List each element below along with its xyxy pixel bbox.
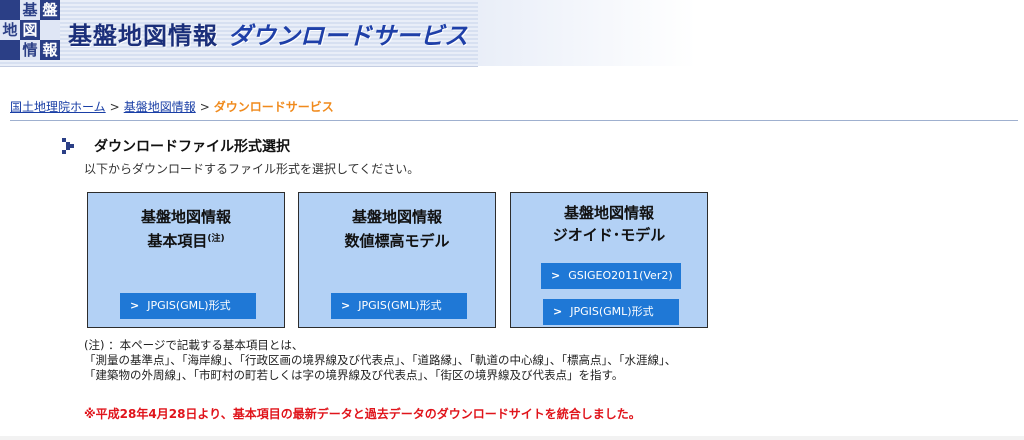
card-title-line1: 基盤地図情報: [140, 208, 231, 226]
notes-block: (注) ：本ページで記載する基本項目とは、 「測量の基準点」、「海岸線」、「行政…: [84, 338, 676, 383]
header-banner: 基 盤 地 図 情 報 基盤地図情報 ダウンロードサービス: [0, 0, 478, 67]
card-title-line1: 基盤地図情報: [563, 204, 654, 222]
breadcrumb-link-kiban[interactable]: 基盤地図情報: [124, 100, 196, 114]
breadcrumb-separator: >: [199, 100, 210, 114]
breadcrumb-current: ダウンロードサービス: [213, 100, 334, 114]
download-jpgis-dem-button[interactable]: > JPGIS(GML)形式: [331, 293, 467, 319]
note-line: 「測量の基準点」、「海岸線」、「行政区画の境界線及び代表点」、「道路縁」、「軌道…: [84, 353, 677, 367]
button-label: GSIGEO2011(Ver2): [568, 269, 673, 282]
card-dem: 基盤地図情報 数値標高モデル > JPGIS(GML)形式: [298, 192, 496, 328]
card-geoid: 基盤地図情報 ジオイド･モデル > GSIGEO2011(Ver2) > JPGIS…: [510, 192, 708, 328]
download-jpgis-basic-button[interactable]: > JPGIS(GML)形式: [120, 293, 256, 319]
integration-notice: ※平成28年4月28日より、基本項目の最新データと過去データのダウンロードサイト…: [84, 407, 641, 421]
download-jpgis-geoid-button[interactable]: > JPGIS(GML)形式: [543, 299, 679, 325]
section-lead: 以下からダウンロードするファイル形式を選択してください。: [84, 162, 420, 176]
note-line: (注) ：本ページで記載する基本項目とは、: [84, 338, 304, 352]
section-title: ダウンロードファイル形式選択: [94, 139, 290, 155]
card-title-line1: 基盤地図情報: [351, 208, 442, 226]
button-label: JPGIS(GML)形式: [570, 305, 654, 318]
button-label: JPGIS(GML)形式: [358, 299, 442, 312]
card-title-line2: 数値標高モデル: [344, 232, 450, 250]
logo-char-2: 盤: [40, 0, 60, 20]
breadcrumb-separator: >: [109, 100, 120, 114]
button-label: JPGIS(GML)形式: [147, 299, 231, 312]
download-gsigeo2011-button[interactable]: > GSIGEO2011(Ver2): [541, 263, 681, 289]
site-subtitle: ダウンロードサービス: [228, 22, 468, 50]
card-title-line2: ジオイド･モデル: [552, 226, 666, 244]
note-line: 「建築物の外周線」、「市町村の町若しくは字の境界線及び代表点」、「街区の境界線及…: [84, 368, 624, 382]
breadcrumb-divider: [10, 120, 1018, 121]
card-title-line2: 基本項目(注): [88, 229, 284, 253]
chevron-bullet-icon: [62, 138, 74, 154]
arrow-right-icon: >: [130, 299, 140, 312]
logo-char-5: 情: [20, 40, 40, 60]
card-basic-items: 基盤地図情報 基本項目(注) > JPGIS(GML)形式: [87, 192, 285, 328]
logo-char-4: 図: [20, 20, 40, 40]
arrow-right-icon: >: [553, 305, 563, 318]
logo-cell-bl: [0, 40, 20, 60]
arrow-right-icon: >: [341, 299, 351, 312]
arrow-right-icon: >: [551, 269, 561, 282]
logo-char-6: 報: [40, 40, 60, 60]
note-mark: (注): [207, 234, 225, 244]
site-logo[interactable]: 基 盤 地 図 情 報: [0, 0, 60, 60]
breadcrumb: 国土地理院ホーム > 基盤地図情報 > ダウンロードサービス: [10, 98, 334, 115]
header-fade: [478, 0, 1024, 66]
site-title: 基盤地図情報: [68, 22, 218, 50]
logo-char-3: 地: [0, 20, 20, 40]
card-title-text: 基本項目: [147, 232, 208, 250]
logo-cell-mr: [40, 20, 60, 40]
logo-cell-tl: [0, 0, 20, 20]
page-bottom-bar: [0, 436, 1024, 440]
breadcrumb-link-home[interactable]: 国土地理院ホーム: [10, 100, 106, 114]
logo-char-1: 基: [20, 0, 40, 20]
